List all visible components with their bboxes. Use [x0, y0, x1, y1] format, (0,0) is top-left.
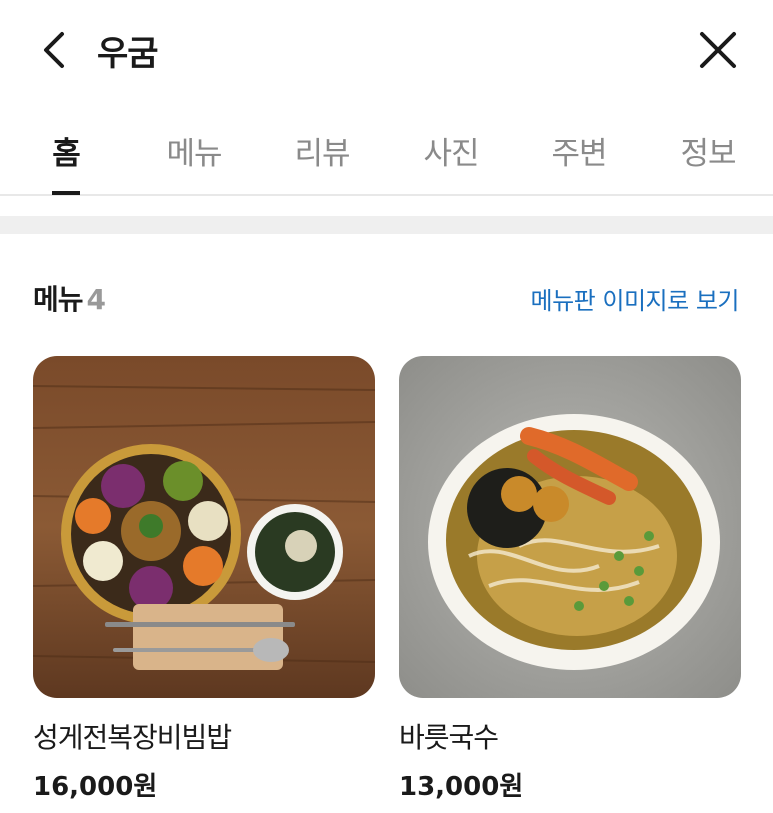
tab-menu[interactable]: 메뉴 [152, 128, 236, 194]
menu-item-price: 16,000원 [33, 772, 158, 802]
tab-nearby[interactable]: 주변 [537, 128, 621, 194]
chevron-left-icon [44, 32, 64, 68]
menu-item-name: 성게전복장비빔밥 [33, 721, 232, 754]
menu-section-heading: 메뉴 4 [33, 278, 107, 318]
close-button[interactable] [694, 26, 742, 74]
tab-label: 메뉴 [166, 136, 222, 172]
section-divider [0, 216, 773, 234]
menu-count: 4 [86, 283, 107, 316]
menu-item-card[interactable]: 바릇국수 13,000원 [399, 356, 741, 803]
tab-label: 홈 [52, 136, 81, 172]
menu-item-price: 13,000원 [399, 772, 524, 802]
tab-photos[interactable]: 사진 [409, 128, 493, 194]
close-icon [700, 32, 736, 68]
bibimbap-photo [33, 356, 375, 698]
tab-label: 리뷰 [294, 136, 350, 172]
noodle-soup-photo [399, 356, 741, 698]
page-title: 우굼 [97, 34, 159, 74]
back-button[interactable] [34, 28, 78, 72]
tab-info[interactable]: 정보 [666, 128, 750, 194]
tab-label: 정보 [680, 136, 736, 172]
tab-bar: 홈 메뉴 리뷰 사진 주변 정보 [0, 112, 773, 196]
menu-board-image-link[interactable]: 메뉴판 이미지로 보기 [531, 281, 740, 316]
tab-reviews[interactable]: 리뷰 [280, 128, 364, 194]
active-tab-indicator [52, 191, 80, 195]
app-header: 우굼 [0, 0, 773, 100]
menu-heading-label: 메뉴 [33, 283, 84, 316]
tab-label: 사진 [423, 136, 479, 172]
menu-item-card[interactable]: 성게전복장비빔밥 16,000원 [33, 356, 375, 803]
menu-item-name: 바릇국수 [399, 721, 499, 754]
tab-label: 주변 [551, 136, 607, 172]
tab-home[interactable]: 홈 [36, 128, 96, 195]
